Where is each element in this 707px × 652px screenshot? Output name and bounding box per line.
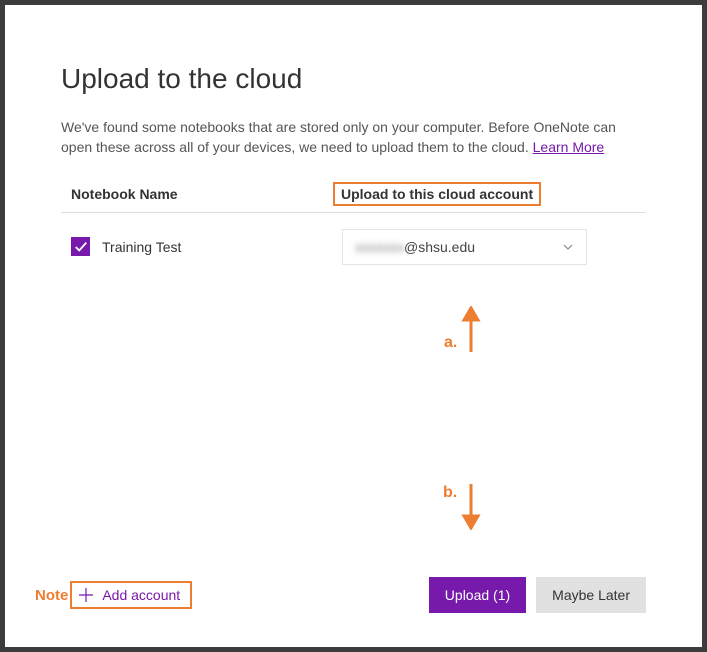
- annotation-arrow-a: a.: [444, 306, 481, 352]
- arrow-up-icon: [461, 306, 481, 352]
- add-account-label: Add account: [102, 587, 180, 603]
- maybe-later-button[interactable]: Maybe Later: [536, 577, 646, 613]
- notebook-checkbox[interactable]: [71, 237, 90, 256]
- add-account-button[interactable]: Add account: [70, 581, 192, 609]
- dialog-description: We've found some notebooks that are stor…: [61, 117, 646, 158]
- header-notebook-name: Notebook Name: [61, 186, 341, 202]
- learn-more-link[interactable]: Learn More: [533, 139, 605, 155]
- chevron-down-icon: [562, 241, 574, 253]
- table-headers: Notebook Name Upload to this cloud accou…: [61, 186, 646, 213]
- dialog-footer: Note Add account Upload (1) Maybe Later: [5, 577, 702, 613]
- checkmark-icon: [74, 240, 88, 254]
- header-account: Upload to this cloud account: [341, 186, 646, 202]
- annotation-arrow-b: b.: [443, 484, 481, 530]
- upload-button[interactable]: Upload (1): [429, 577, 526, 613]
- window-titlebar: [5, 5, 702, 18]
- notebook-row: Training Test xxxxxxx@shsu.edu: [61, 213, 646, 275]
- notebook-name: Training Test: [102, 239, 342, 255]
- plus-icon: [78, 587, 94, 603]
- arrow-down-icon: [461, 484, 481, 530]
- dialog-title: Upload to the cloud: [61, 63, 646, 95]
- annotation-highlight-account-header: Upload to this cloud account: [333, 182, 541, 206]
- annotation-label-a: a.: [444, 334, 457, 352]
- account-domain: @shsu.edu: [404, 239, 475, 255]
- account-user-obscured: xxxxxxx: [355, 239, 404, 255]
- annotation-note-label: Note: [35, 587, 68, 604]
- annotation-label-b: b.: [443, 484, 457, 502]
- account-dropdown[interactable]: xxxxxxx@shsu.edu: [342, 229, 587, 265]
- upload-dialog: Upload to the cloud We've found some not…: [5, 18, 702, 647]
